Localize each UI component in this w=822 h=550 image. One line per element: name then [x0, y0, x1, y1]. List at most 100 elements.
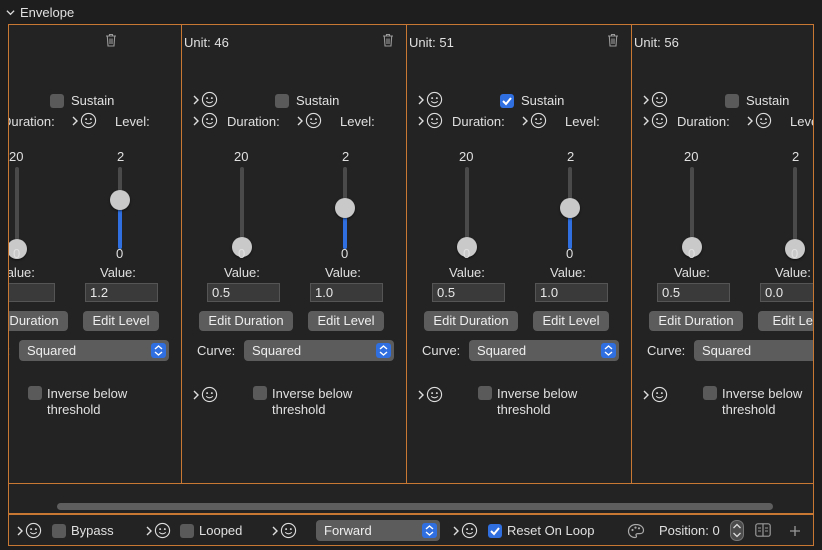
duration-value-field[interactable]: 0.5: [207, 283, 280, 302]
duration-max-label: 20: [684, 149, 699, 164]
level-modulation[interactable]: [297, 112, 322, 129]
inverse-checkbox[interactable]: [703, 386, 717, 400]
level-value-field[interactable]: 1.2: [85, 283, 158, 302]
palette-icon[interactable]: [627, 523, 645, 539]
modulation-face-icon: [305, 112, 322, 129]
sustain-modulation[interactable]: [193, 91, 218, 108]
sustain-checkbox[interactable]: [50, 94, 64, 108]
chevron-right-icon: [418, 390, 424, 399]
duration-slider-track[interactable]: [15, 167, 19, 249]
curve-value: Squared: [27, 343, 77, 358]
curve-select[interactable]: Squared: [694, 340, 813, 361]
modulation-face-icon: [651, 91, 668, 108]
sustain-label: Sustain: [71, 93, 115, 108]
split-view-icon[interactable]: [755, 523, 771, 537]
level-label: Level:: [565, 114, 600, 129]
edit-duration-button[interactable]: Edit Duration: [199, 311, 293, 331]
duration-modulation[interactable]: [418, 112, 443, 129]
level-modulation[interactable]: [747, 112, 772, 129]
curve-label: Curve:: [647, 343, 686, 358]
chevron-right-icon: [418, 95, 424, 104]
level-value-label: Value:: [550, 265, 586, 280]
edit-level-button[interactable]: Edit Level: [533, 311, 609, 331]
chevron-down-icon[interactable]: [6, 8, 15, 17]
reset-on-loop-checkbox[interactable]: [488, 524, 502, 538]
modulation-face-icon: [201, 112, 218, 129]
updown-arrows-icon: [601, 343, 616, 358]
edit-level-button[interactable]: Edit Lev: [758, 311, 813, 331]
modulation-face-icon: [154, 522, 171, 539]
duration-value-field[interactable]: 0.5: [432, 283, 505, 302]
level-value-field[interactable]: 1.0: [535, 283, 608, 302]
inverse-label-line1: Inverse below: [497, 386, 578, 401]
position-stepper[interactable]: [730, 520, 744, 541]
inverse-checkbox[interactable]: [253, 386, 267, 400]
looped-checkbox[interactable]: [180, 524, 194, 538]
scrollbar-thumb[interactable]: [57, 503, 773, 510]
trash-icon[interactable]: [382, 33, 394, 47]
sustain-checkbox[interactable]: [725, 94, 739, 108]
level-min-label: 0: [116, 246, 124, 261]
horizontal-scrollbar[interactable]: [8, 484, 814, 514]
sustain-checkbox[interactable]: [500, 94, 514, 108]
level-modulation[interactable]: [72, 112, 97, 129]
duration-value-field[interactable]: [9, 283, 55, 302]
chevron-right-icon: [643, 390, 649, 399]
level-slider-thumb[interactable]: [110, 189, 130, 210]
trash-icon[interactable]: [105, 33, 117, 47]
modulation-face-icon: [651, 112, 668, 129]
reset-modulation[interactable]: [453, 522, 478, 539]
level-min-label: 0: [341, 246, 349, 261]
edit-level-button[interactable]: Edit Level: [83, 311, 159, 331]
edit-level-button[interactable]: Edit Level: [308, 311, 384, 331]
envelope-section-header[interactable]: Envelope: [0, 0, 822, 24]
curve-select[interactable]: Squared: [244, 340, 394, 361]
bypass-label: Bypass: [71, 523, 114, 538]
level-slider-thumb[interactable]: [335, 198, 355, 218]
level-value-field[interactable]: 1.0: [310, 283, 383, 302]
direction-select[interactable]: Forward: [316, 520, 440, 541]
unit-title: Unit: 46: [184, 35, 229, 50]
inverse-modulation[interactable]: [643, 386, 668, 403]
duration-max-label: 20: [234, 149, 249, 164]
inverse-modulation[interactable]: [193, 386, 218, 403]
level-slider-track[interactable]: [793, 167, 797, 249]
direction-value: Forward: [324, 523, 372, 538]
updown-arrows-icon: [376, 343, 391, 358]
add-icon[interactable]: [789, 525, 801, 537]
duration-value-field[interactable]: 0.5: [657, 283, 730, 302]
sustain-label: Sustain: [296, 93, 340, 108]
curve-select[interactable]: Squared: [19, 340, 169, 361]
curve-select[interactable]: Squared: [469, 340, 619, 361]
sustain-label: Sustain: [521, 93, 565, 108]
envelope-unit: Unit: 56 Sustain Duration: Leve 20 2 0 0…: [632, 25, 813, 483]
inverse-checkbox[interactable]: [28, 386, 42, 400]
curve-label: Curve:: [197, 343, 236, 358]
level-modulation[interactable]: [522, 112, 547, 129]
duration-max-label: 20: [459, 149, 474, 164]
inverse-modulation[interactable]: [418, 386, 443, 403]
duration-modulation[interactable]: [193, 112, 218, 129]
duration-modulation[interactable]: [643, 112, 668, 129]
sustain-checkbox[interactable]: [275, 94, 289, 108]
looped-label: Looped: [199, 523, 243, 538]
level-value-field[interactable]: 0.0: [760, 283, 813, 302]
inverse-label-line2: threshold: [272, 402, 326, 417]
trash-icon[interactable]: [607, 33, 619, 47]
level-label: Leve: [790, 114, 813, 129]
sustain-modulation[interactable]: [418, 91, 443, 108]
duration-min-label: 0: [13, 246, 21, 261]
bypass-checkbox[interactable]: [52, 524, 66, 538]
edit-duration-button[interactable]: Edit Duration: [9, 311, 68, 331]
chevron-right-icon: [72, 116, 78, 125]
looped-modulation[interactable]: [146, 522, 171, 539]
direction-modulation[interactable]: [272, 522, 297, 539]
chevron-right-icon: [146, 526, 152, 535]
chevron-right-icon: [193, 95, 199, 104]
bypass-modulation[interactable]: [17, 522, 42, 539]
sustain-modulation[interactable]: [643, 91, 668, 108]
level-slider-thumb[interactable]: [560, 198, 580, 218]
edit-duration-button[interactable]: Edit Duration: [649, 311, 743, 331]
edit-duration-button[interactable]: Edit Duration: [424, 311, 518, 331]
inverse-checkbox[interactable]: [478, 386, 492, 400]
